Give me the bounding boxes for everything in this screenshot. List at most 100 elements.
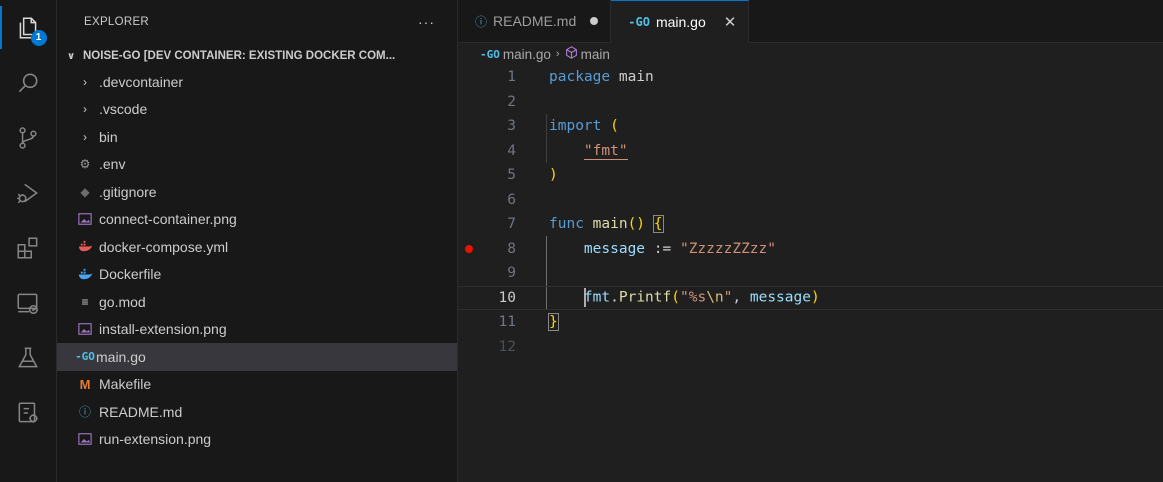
- code-line[interactable]: 1 package main: [458, 65, 1163, 90]
- activity-explorer[interactable]: 1: [0, 0, 57, 55]
- chevron-right-icon: ›: [83, 102, 87, 117]
- explorer-badge: 1: [30, 30, 47, 46]
- tree-item-main-go[interactable]: -GO main.go: [57, 343, 457, 371]
- code-line[interactable]: 12: [458, 335, 1163, 360]
- close-icon[interactable]: ✕: [724, 13, 737, 31]
- tree-item-label: .gitignore: [99, 183, 157, 200]
- tree-item-makefile[interactable]: M Makefile: [57, 371, 457, 399]
- breadcrumb-symbol[interactable]: main: [581, 47, 610, 62]
- tree-item-label: .vscode: [99, 101, 148, 118]
- code-line[interactable]: 11 }: [458, 310, 1163, 335]
- image-file-icon: [77, 321, 93, 337]
- source-control-icon: [19, 126, 37, 149]
- tree-item-bin[interactable]: › bin: [57, 123, 457, 151]
- chevron-down-icon: ∨: [66, 50, 76, 62]
- workspace-section-header[interactable]: ∨ NOISE-GO [DEV CONTAINER: EXISTING DOCK…: [57, 44, 457, 68]
- string-token: "ZzzzzZZzz": [679, 240, 776, 257]
- line-number: 1: [507, 69, 516, 86]
- paren-token: (: [671, 289, 680, 306]
- tree-item-docker-compose[interactable]: docker-compose.yml: [57, 233, 457, 261]
- tree-item-label: Makefile: [99, 376, 152, 393]
- activity-remote-explorer[interactable]: [0, 275, 57, 330]
- cube-icon: [565, 46, 578, 62]
- go-file-icon: -GO: [628, 15, 650, 29]
- line-number: 9: [507, 265, 516, 282]
- tree-item-run-extension-png[interactable]: run-extension.png: [57, 426, 457, 454]
- remote-explorer-icon: [17, 293, 38, 314]
- activity-run-debug[interactable]: [0, 165, 57, 220]
- code-line[interactable]: 7 func main() {: [458, 212, 1163, 237]
- activity-search[interactable]: [0, 55, 57, 110]
- tree-item-vscode[interactable]: › .vscode: [57, 96, 457, 124]
- tree-item-label: connect-container.png: [99, 211, 237, 228]
- tree-item-dockerfile[interactable]: Dockerfile: [57, 261, 457, 289]
- testing-icon: [18, 346, 38, 367]
- tree-item-gitignore[interactable]: ◆ .gitignore: [57, 178, 457, 206]
- code-line[interactable]: 9: [458, 261, 1163, 286]
- function-token: main: [592, 216, 628, 233]
- paren-token: (): [627, 216, 646, 233]
- code-line[interactable]: 4 "fmt": [458, 139, 1163, 164]
- activity-extensions[interactable]: [0, 220, 57, 275]
- code-editor[interactable]: 1 package main 2 3 import ( 4 "fmt" 5) …: [458, 65, 1163, 359]
- paren-token: ): [810, 289, 820, 306]
- paren-token: ): [549, 167, 558, 184]
- string-token: "%s: [679, 289, 707, 306]
- chevron-right-icon: ›: [83, 129, 87, 144]
- tree-item-readme[interactable]: ⓘ README.md: [57, 398, 457, 426]
- code-line[interactable]: 6: [458, 188, 1163, 213]
- run-debug-icon: [17, 183, 38, 203]
- breakpoint-icon[interactable]: [465, 244, 473, 253]
- tree-item-label: go.mod: [99, 293, 146, 310]
- tree-item-label: bin: [99, 128, 118, 145]
- tree-item-label: install-extension.png: [99, 321, 227, 338]
- paren-token: (: [610, 118, 619, 135]
- tree-item-label: run-extension.png: [99, 431, 212, 448]
- string-token: "fmt": [583, 142, 628, 160]
- makefile-icon: M: [79, 376, 91, 392]
- activity-bar: 1: [0, 0, 57, 482]
- workspace-name: NOISE-GO [DEV CONTAINER: EXISTING DOCKER…: [83, 50, 396, 62]
- brace-token: {: [652, 215, 664, 234]
- breakpoint-gutter[interactable]: [458, 244, 480, 253]
- tree-item-devcontainer[interactable]: › .devcontainer: [57, 68, 457, 96]
- line-number: 10: [498, 289, 516, 306]
- tab-label: README.md: [493, 13, 577, 29]
- code-line[interactable]: 3 import (: [458, 114, 1163, 139]
- operator-token: ,: [732, 289, 742, 306]
- editor-area: ⓘ README.md -GO main.go ✕ -GO main.go › …: [458, 0, 1163, 482]
- tab-readme[interactable]: ⓘ README.md: [458, 0, 612, 42]
- activity-source-control[interactable]: [0, 110, 57, 165]
- code-line[interactable]: 5 ): [458, 163, 1163, 188]
- breadcrumb-file[interactable]: main.go: [503, 47, 551, 62]
- tree-item-install-extension-png[interactable]: install-extension.png: [57, 316, 457, 344]
- activity-containers[interactable]: [0, 385, 57, 440]
- line-number: 3: [507, 118, 516, 135]
- line-number: 11: [498, 314, 516, 331]
- tree-item-label: Dockerfile: [99, 266, 162, 283]
- activity-testing[interactable]: [0, 330, 57, 385]
- explorer-sidebar: EXPLORER ··· ∨ NOISE-GO [DEV CONTAINER: …: [57, 0, 458, 482]
- tree-item-go-mod[interactable]: ≡ go.mod: [57, 288, 457, 316]
- containers-icon: [18, 401, 38, 423]
- code-line[interactable]: 2: [458, 90, 1163, 115]
- docker-icon: [77, 239, 93, 255]
- tree-item-connect-container-png[interactable]: connect-container.png: [57, 206, 457, 234]
- editor-tabs: ⓘ README.md -GO main.go ✕: [458, 0, 1163, 43]
- code-line-current[interactable]: 10 fmt.Printf("%s\n", message): [458, 285, 1163, 310]
- modified-dot-icon[interactable]: [590, 17, 599, 25]
- operator-token: :=: [653, 240, 672, 257]
- tree-item-label: docker-compose.yml: [99, 238, 229, 255]
- file-tree: › .devcontainer › .vscode › bin ⚙ .env ◆…: [57, 68, 457, 453]
- function-token: Printf: [618, 289, 672, 306]
- go-file-icon: -GO: [480, 47, 500, 61]
- line-number: 2: [507, 93, 516, 110]
- tree-item-env[interactable]: ⚙ .env: [57, 151, 457, 179]
- gear-icon: ⚙: [79, 157, 91, 172]
- more-actions-icon[interactable]: ···: [418, 14, 435, 30]
- tree-item-label: main.go: [96, 348, 146, 365]
- tab-main-go[interactable]: -GO main.go ✕: [611, 0, 750, 43]
- code-line-breakpoint[interactable]: 8 message := "ZzzzzZZzz": [458, 237, 1163, 262]
- go-file-icon: -GO: [75, 350, 95, 364]
- variable-token: message: [583, 240, 646, 257]
